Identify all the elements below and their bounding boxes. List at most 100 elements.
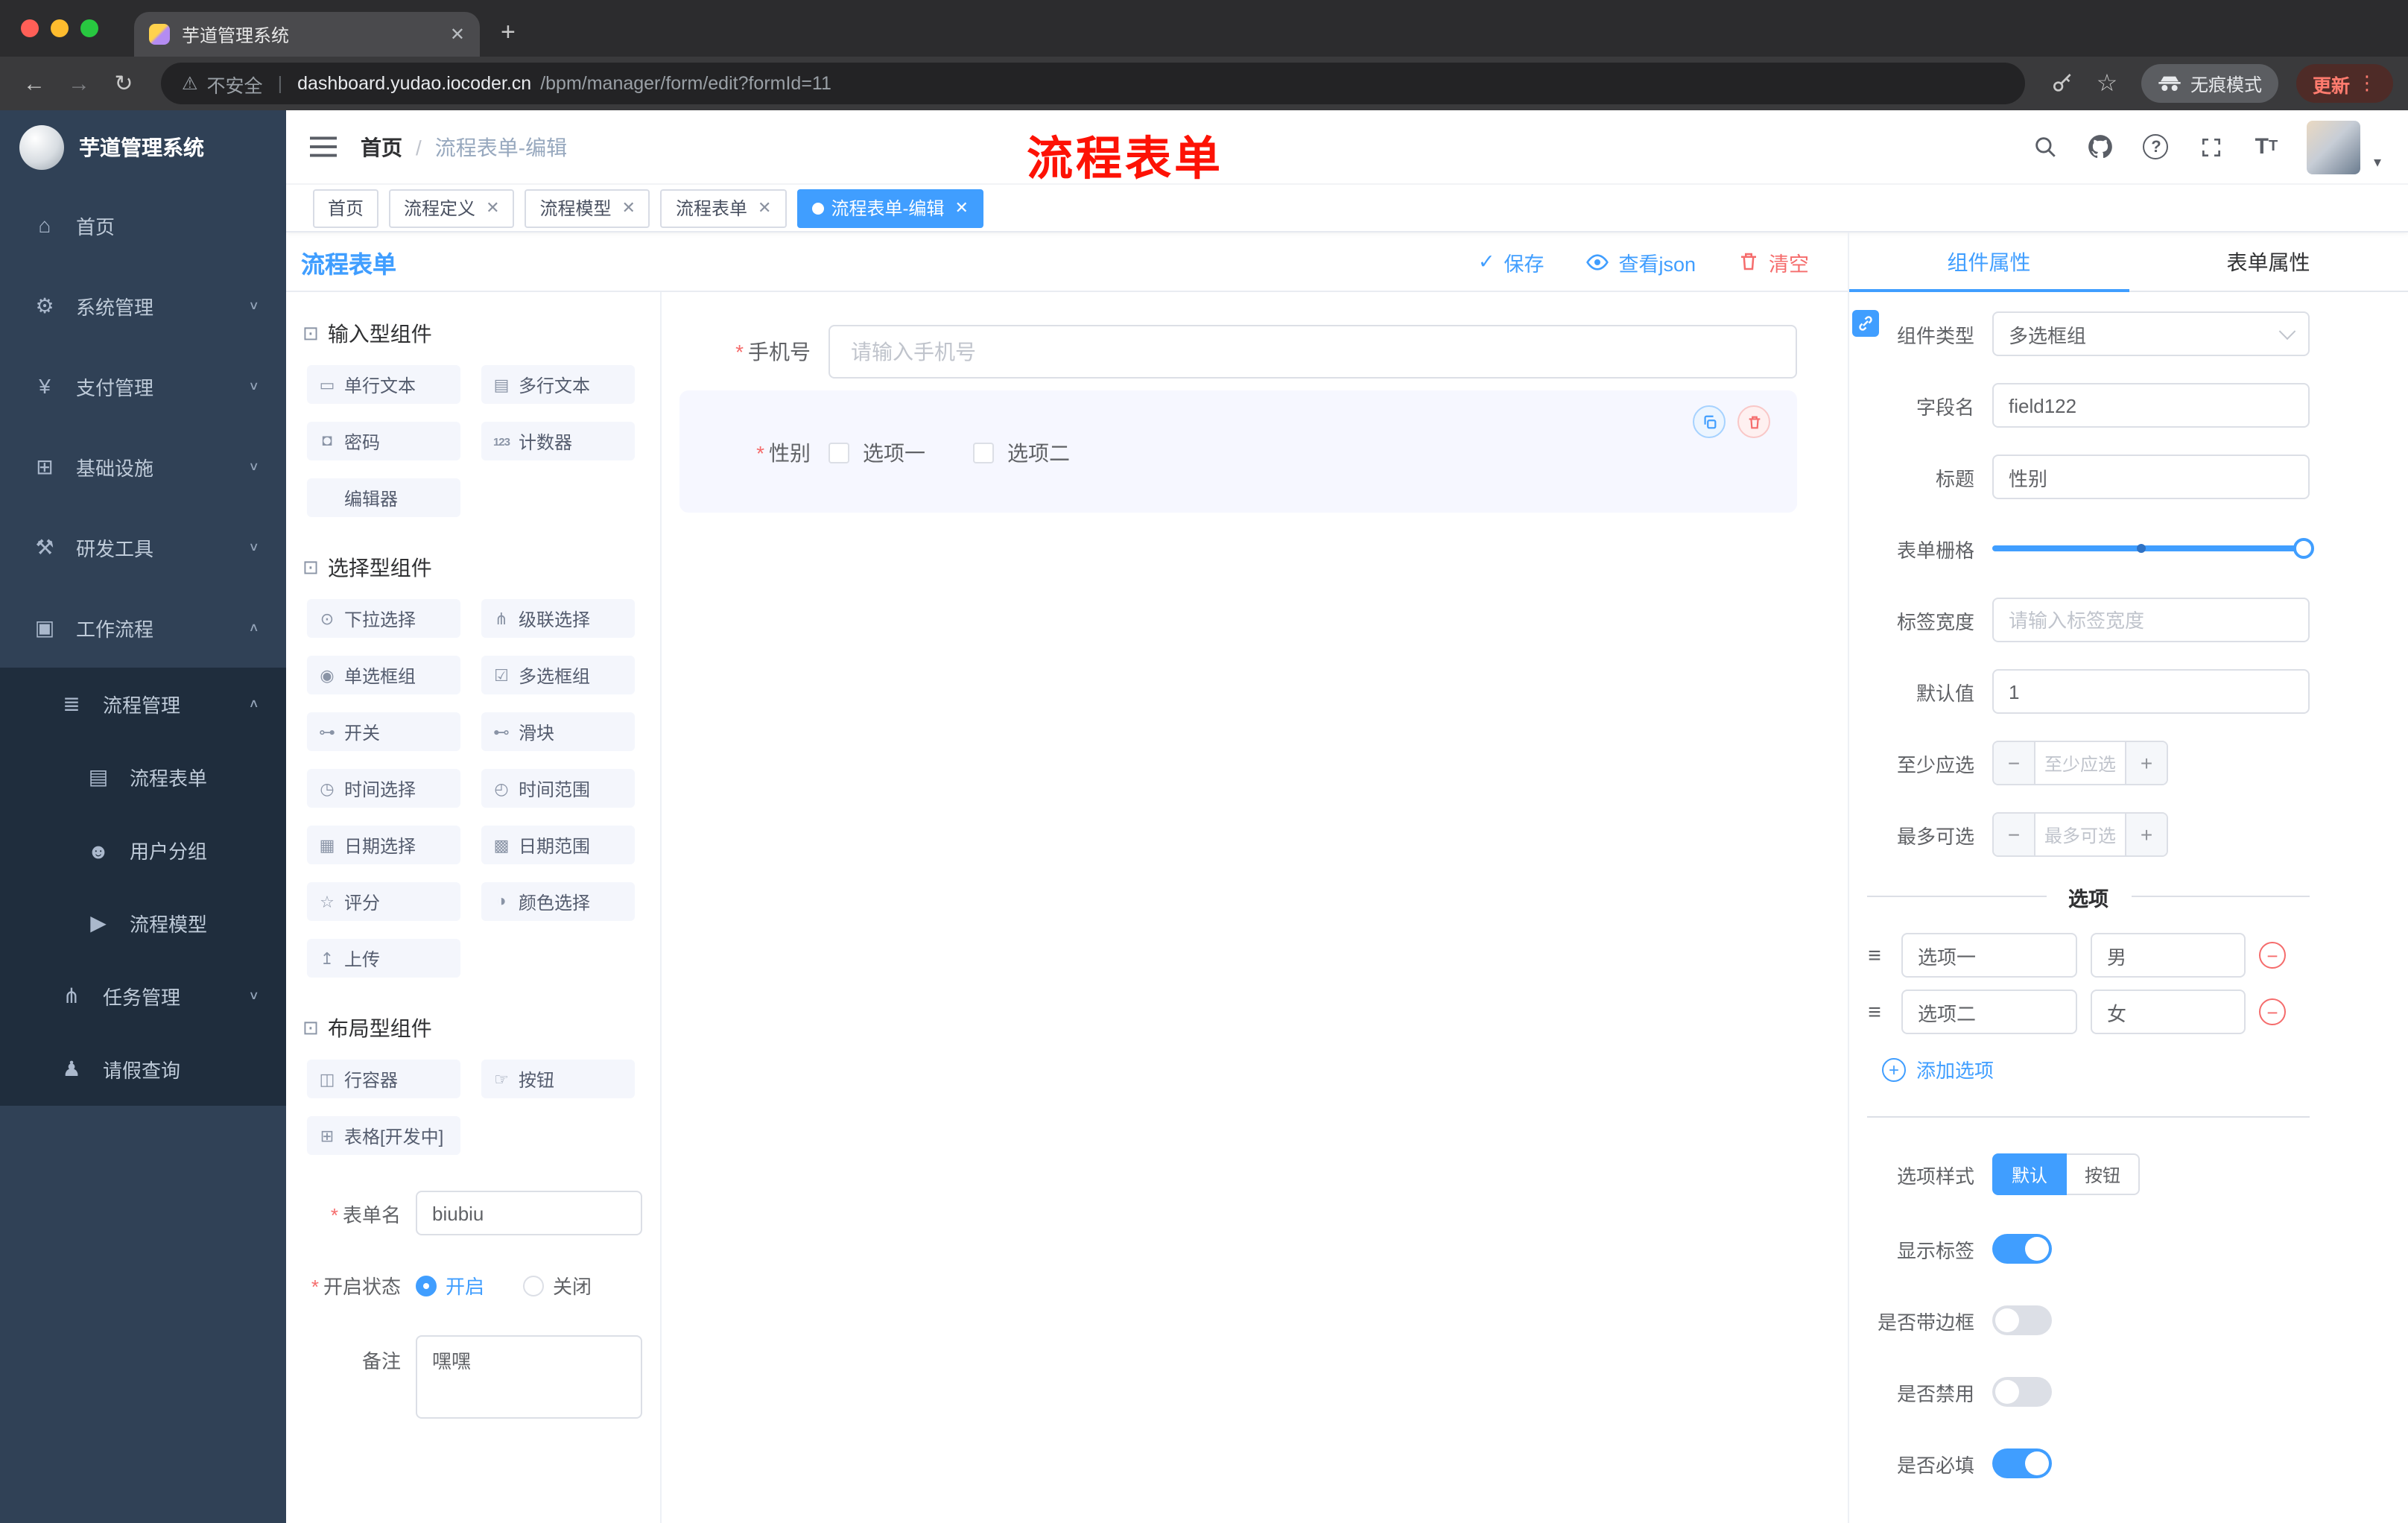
palette-item-password[interactable]: ◘ 密码 xyxy=(307,422,460,460)
view-json-button[interactable]: 查看json xyxy=(1585,247,1696,276)
palette-item-rate[interactable]: ☆ 评分 xyxy=(307,882,460,921)
max-select-value[interactable]: 最多可选 xyxy=(2035,814,2125,855)
option1-checkbox[interactable]: 选项一 xyxy=(828,438,925,468)
close-window-button[interactable] xyxy=(21,19,39,37)
sidebar-item-task-management[interactable]: ⋔ 任务管理 ∨ xyxy=(0,960,286,1033)
sidebar-item-infrastructure[interactable]: ⊞ 基础设施 ∨ xyxy=(0,426,286,507)
default-value-input[interactable] xyxy=(1992,669,2310,714)
close-icon[interactable]: ✕ xyxy=(622,198,636,218)
clear-button[interactable]: 清空 xyxy=(1737,247,1809,276)
tag-process-form[interactable]: 流程表单 ✕ xyxy=(660,189,787,227)
copy-component-button[interactable] xyxy=(1693,405,1726,438)
palette-item-date-range[interactable]: ▩ 日期范围 xyxy=(481,826,635,864)
selected-component-gender[interactable]: 性别 选项一 选项二 xyxy=(679,390,1797,513)
delete-component-button[interactable] xyxy=(1737,405,1770,438)
palette-item-date-picker[interactable]: ▦ 日期选择 xyxy=(307,826,460,864)
github-icon[interactable] xyxy=(2086,132,2116,162)
palette-item-editor[interactable]: 编辑器 xyxy=(307,478,460,517)
minus-icon[interactable]: − xyxy=(1994,742,2035,784)
password-key-icon[interactable] xyxy=(2043,64,2082,103)
sidebar-item-home[interactable]: ⌂ 首页 xyxy=(0,185,286,265)
border-toggle[interactable] xyxy=(1992,1305,2052,1335)
phone-input[interactable] xyxy=(828,325,1797,379)
tag-home[interactable]: 首页 xyxy=(313,189,379,227)
tab-form-props[interactable]: 表单属性 xyxy=(2129,232,2408,291)
sidebar-item-process-model[interactable]: ▶ 流程模型 xyxy=(0,887,286,960)
plus-icon[interactable]: + xyxy=(2125,814,2167,855)
sidebar-item-process-management[interactable]: ≣ 流程管理 ∧ xyxy=(0,668,286,741)
form-remark-textarea[interactable]: 嘿嘿 xyxy=(416,1335,642,1419)
plus-icon[interactable]: + xyxy=(2125,742,2167,784)
search-icon[interactable] xyxy=(2031,132,2061,162)
font-size-icon[interactable]: TT xyxy=(2252,132,2281,162)
sidebar-item-workflow[interactable]: ▣ 工作流程 ∧ xyxy=(0,587,286,668)
option2-value-input[interactable] xyxy=(2091,990,2246,1034)
min-select-value[interactable]: 至少应选 xyxy=(2035,742,2125,784)
new-tab-button[interactable]: + xyxy=(501,18,516,48)
tag-process-form-edit-active[interactable]: 流程表单-编辑 ✕ xyxy=(796,189,983,227)
palette-item-switch[interactable]: ⊶ 开关 xyxy=(307,712,460,751)
incognito-badge[interactable]: 无痕模式 xyxy=(2141,64,2278,103)
browser-tab[interactable]: 芋道管理系统 ✕ xyxy=(134,12,480,57)
phone-field-row[interactable]: 手机号 xyxy=(679,325,1797,379)
reload-icon[interactable]: ↻ xyxy=(104,64,143,103)
palette-item-input-text[interactable]: ▭ 单行文本 xyxy=(307,365,460,404)
bookmark-star-icon[interactable]: ☆ xyxy=(2088,64,2126,103)
link-icon[interactable] xyxy=(1852,310,1879,337)
palette-item-button[interactable]: ☞ 按钮 xyxy=(481,1060,635,1098)
palette-item-textarea[interactable]: ▤ 多行文本 xyxy=(481,365,635,404)
drag-handle-icon[interactable]: ≡ xyxy=(1861,943,1888,968)
grid-slider[interactable] xyxy=(1992,526,2314,571)
save-button[interactable]: ✓ 保存 xyxy=(1478,247,1544,276)
style-button-button[interactable]: 按钮 xyxy=(2067,1153,2141,1195)
palette-item-time-picker[interactable]: ◷ 时间选择 xyxy=(307,769,460,808)
add-option-button[interactable]: + 添加选项 xyxy=(1882,1055,2408,1083)
fullscreen-icon[interactable] xyxy=(2196,132,2226,162)
browser-update-button[interactable]: 更新 ⋮ xyxy=(2295,64,2393,103)
sidebar-item-devtools[interactable]: ⚒ 研发工具 ∨ xyxy=(0,507,286,587)
option1-label-input[interactable] xyxy=(1901,933,2077,978)
maximize-window-button[interactable] xyxy=(80,19,98,37)
remove-option-icon[interactable]: − xyxy=(2259,998,2286,1025)
required-toggle[interactable] xyxy=(1992,1448,2052,1478)
palette-item-time-range[interactable]: ◴ 时间范围 xyxy=(481,769,635,808)
palette-item-counter[interactable]: 123 计数器 xyxy=(481,422,635,460)
close-icon[interactable]: ✕ xyxy=(486,198,499,218)
sidebar-item-system[interactable]: ⚙ 系统管理 ∨ xyxy=(0,265,286,346)
palette-item-upload[interactable]: ↥ 上传 xyxy=(307,939,460,978)
address-bar[interactable]: ⚠ 不安全 | dashboard.yudao.iocoder.cn/bpm/m… xyxy=(161,63,2025,104)
palette-item-cascader[interactable]: ⋔ 级联选择 xyxy=(481,599,635,638)
tag-process-model[interactable]: 流程模型 ✕ xyxy=(525,189,650,227)
style-default-button[interactable]: 默认 xyxy=(1992,1153,2068,1195)
option2-checkbox[interactable]: 选项二 xyxy=(973,438,1070,468)
disabled-toggle[interactable] xyxy=(1992,1377,2052,1407)
slider-handle[interactable] xyxy=(2293,538,2314,559)
user-avatar[interactable] xyxy=(2306,120,2360,174)
drag-handle-icon[interactable]: ≡ xyxy=(1861,999,1888,1025)
tab-component-props[interactable]: 组件属性 xyxy=(1849,232,2129,292)
option1-value-input[interactable] xyxy=(2091,933,2246,978)
option2-label-input[interactable] xyxy=(1901,990,2077,1034)
help-icon[interactable]: ? xyxy=(2141,132,2171,162)
label-width-input[interactable] xyxy=(1992,598,2310,642)
palette-item-row-container[interactable]: ◫ 行容器 xyxy=(307,1060,460,1098)
minimize-window-button[interactable] xyxy=(51,19,69,37)
sidebar-item-payment[interactable]: ¥ 支付管理 ∨ xyxy=(0,346,286,426)
palette-item-color-picker[interactable]: ◑ 颜色选择 xyxy=(481,882,635,921)
close-icon[interactable]: ✕ xyxy=(954,198,968,218)
form-name-input[interactable] xyxy=(416,1191,642,1235)
palette-item-slider[interactable]: ⊷ 滑块 xyxy=(481,712,635,751)
breadcrumb-home[interactable]: 首页 xyxy=(361,132,402,162)
tab-close-icon[interactable]: ✕ xyxy=(450,24,465,45)
show-label-toggle[interactable] xyxy=(1992,1234,2052,1264)
field-name-input[interactable] xyxy=(1992,383,2310,428)
status-on-radio[interactable]: 开启 xyxy=(416,1271,484,1299)
status-off-radio[interactable]: 关闭 xyxy=(523,1271,592,1299)
palette-item-radio-group[interactable]: ◉ 单选框组 xyxy=(307,656,460,694)
title-input[interactable] xyxy=(1992,455,2310,499)
remove-option-icon[interactable]: − xyxy=(2259,942,2286,969)
tag-process-definition[interactable]: 流程定义 ✕ xyxy=(389,189,515,227)
palette-item-select[interactable]: ⊙ 下拉选择 xyxy=(307,599,460,638)
palette-item-table[interactable]: ⊞ 表格[开发中] xyxy=(307,1116,460,1155)
close-icon[interactable]: ✕ xyxy=(758,198,771,218)
